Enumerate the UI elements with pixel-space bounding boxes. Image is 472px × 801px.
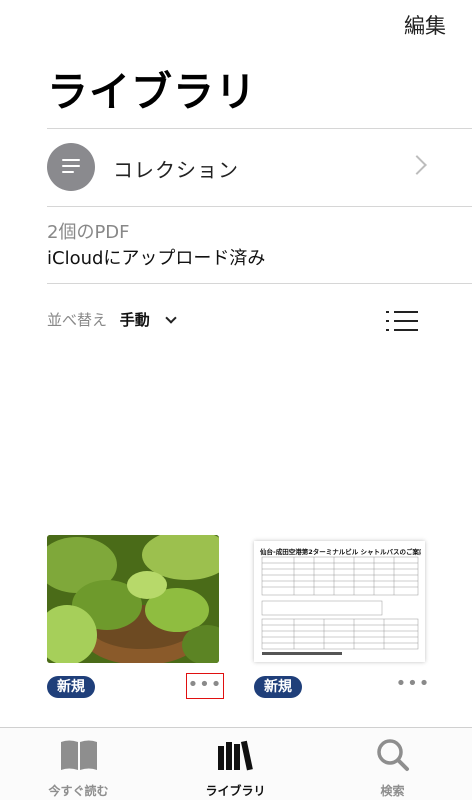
book-icon [60,740,97,770]
edit-button[interactable]: 編集 [404,10,446,40]
sort-control[interactable]: 並べ替え 手動 [47,309,177,333]
collections-label: コレクション [113,158,239,182]
tab-reading-now[interactable]: 今すぐ読む [0,728,157,801]
collections-row[interactable]: コレクション [47,132,472,206]
new-badge: 新規 [254,676,302,698]
book-cover-timetable[interactable]: 仙台-成田空港第2ターミナルビル シャトルバスのご案内 [254,541,425,662]
tab-search[interactable]: 検索 [314,728,471,801]
page-title: ライブラリ [47,68,257,116]
divider [47,283,472,284]
tab-library[interactable]: ライブラリ [157,728,314,801]
list-view-button[interactable] [386,310,418,332]
tab-bar: 今すぐ読む ライブラリ 検索 [0,727,472,800]
icloud-status: iCloudにアップロード済み [47,248,266,269]
tab-label: 検索 [380,784,405,798]
tab-label: ライブラリ [205,784,266,798]
divider [47,128,472,129]
sort-value[interactable]: 手動 [120,311,150,329]
pdf-count: 2個のPDF [47,222,130,243]
more-button[interactable]: ••• [186,673,224,699]
book-cover-plants[interactable] [47,535,219,663]
tab-label: 今すぐ読む [48,784,109,798]
search-icon [376,739,409,771]
sort-label: 並べ替え [47,311,108,329]
timetable-graphic [261,556,419,655]
chevron-down-icon[interactable] [164,312,177,324]
collection-list-icon [47,143,95,191]
divider [47,206,472,207]
library-icon [217,740,253,771]
chevron-right-icon [407,155,427,175]
more-button[interactable]: ••• [395,673,431,697]
plant-photo [47,535,219,663]
new-badge: 新規 [47,676,95,698]
